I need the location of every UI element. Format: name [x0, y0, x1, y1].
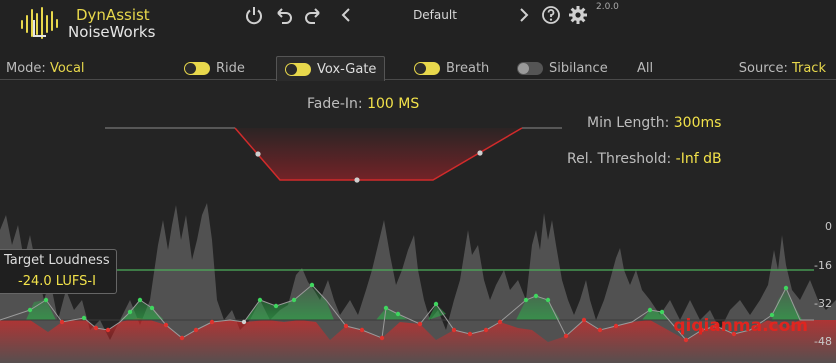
waveform-display: [0, 203, 836, 363]
target-loudness-box[interactable]: Target Loudness -24.0 LUFS-I: [0, 249, 117, 294]
scale-label-32: -32: [814, 297, 832, 310]
scale-label-48: -48: [814, 335, 832, 348]
scale-label-16: -16: [814, 259, 832, 272]
target-loudness-label: Target Loudness: [4, 253, 110, 268]
target-loudness-value[interactable]: -24.0 LUFS-I: [18, 274, 96, 289]
watermark-text: qiqianma.com: [673, 316, 808, 336]
scale-label-0: 0: [825, 220, 832, 233]
